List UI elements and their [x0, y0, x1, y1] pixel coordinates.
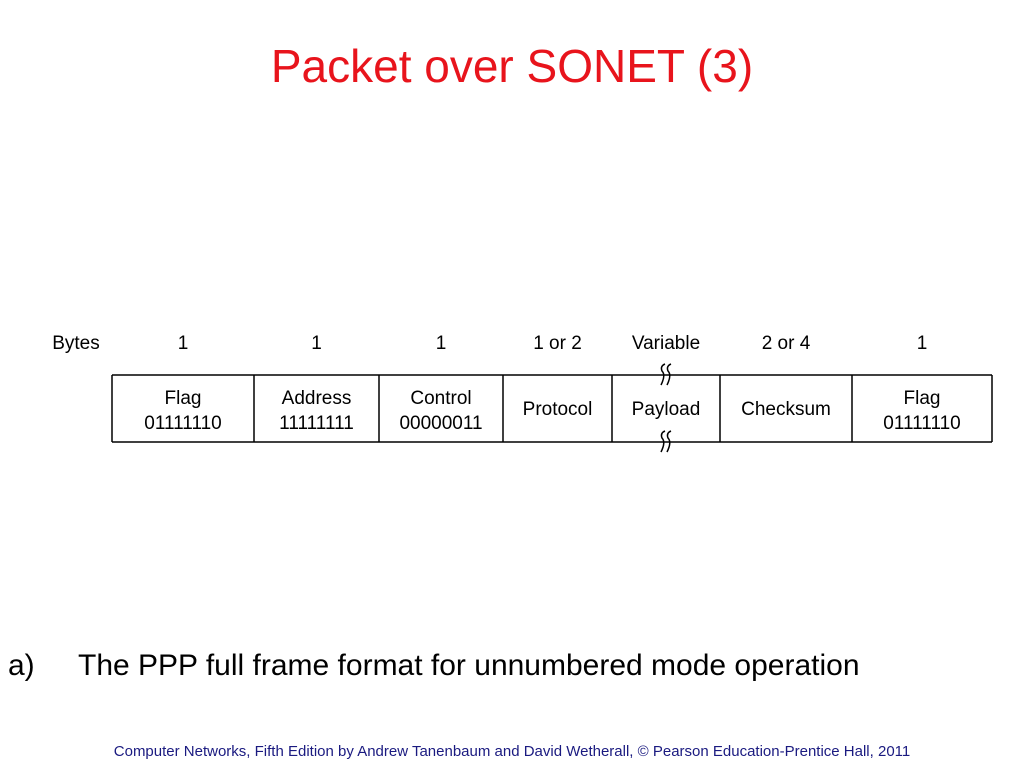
field-name-payload: Payload — [632, 399, 701, 420]
field-value-flag-end: 01111110 — [883, 413, 960, 434]
field-name-flag-start: Flag — [165, 388, 202, 409]
field-name-protocol: Protocol — [523, 399, 593, 420]
bytes-label: Bytes — [52, 333, 100, 354]
field-name-checksum: Checksum — [741, 399, 831, 420]
byte-count-flag-start: 1 — [178, 333, 189, 354]
byte-count-checksum: 2 or 4 — [762, 333, 811, 354]
field-name-address: Address — [282, 388, 352, 409]
field-value-control: 00000011 — [399, 413, 482, 434]
footer-citation: Computer Networks, Fifth Edition by Andr… — [113, 743, 911, 760]
byte-count-flag-end: 1 — [917, 333, 928, 354]
byte-count-payload: Variable — [632, 333, 700, 354]
byte-count-control: 1 — [436, 333, 447, 354]
field-name-control: Control — [410, 388, 471, 409]
field-value-address: 11111111 — [279, 413, 354, 434]
caption-text: The PPP full frame format for unnumbered… — [78, 649, 860, 682]
byte-count-address: 1 — [311, 333, 322, 354]
caption-label: a) — [8, 649, 35, 682]
field-name-flag-end: Flag — [904, 388, 941, 409]
byte-count-protocol: 1 or 2 — [533, 333, 582, 354]
field-value-flag-start: 01111110 — [144, 413, 221, 434]
